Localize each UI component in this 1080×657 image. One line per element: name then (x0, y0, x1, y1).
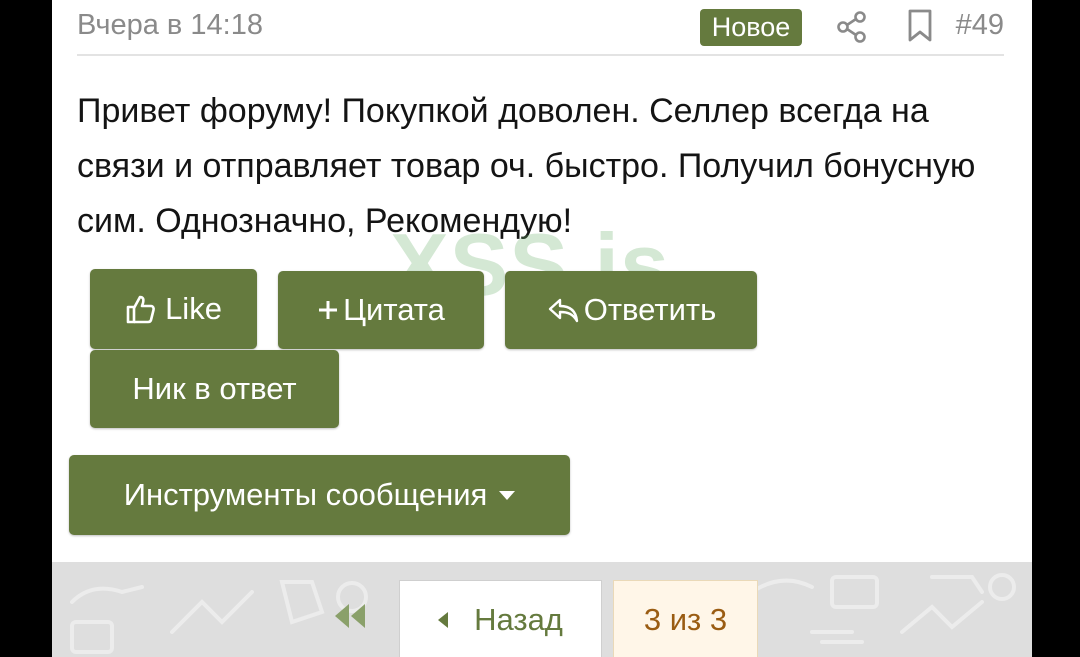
back-page-label: Назад (474, 601, 563, 637)
nick-reply-label: Ник в ответ (132, 371, 297, 406)
bookmark-icon[interactable] (907, 9, 933, 43)
like-label: Like (165, 291, 222, 326)
pagination-bar: Назад 3 из 3 (52, 562, 1032, 657)
reply-arrow-icon (548, 298, 578, 323)
post-message-text: Привет форуму! Покупкой доволен. Селлер … (77, 92, 976, 240)
nick-reply-button[interactable]: Ник в ответ (90, 350, 339, 428)
share-icon[interactable] (835, 10, 869, 44)
post-meta-bar: Вчера в 14:18 Новое #49 (77, 0, 1004, 56)
new-badge: Новое (700, 9, 802, 46)
forum-post: Вчера в 14:18 Новое #49 Привет форуму! П… (52, 0, 1032, 562)
triangle-left-icon (438, 611, 449, 628)
caret-down-icon (499, 490, 516, 500)
current-page-label: 3 из 3 (643, 601, 728, 637)
post-date[interactable]: Вчера в 14:18 (77, 9, 263, 42)
message-tools-button[interactable]: Инструменты сообщения (69, 455, 570, 535)
double-chevron-left-icon[interactable] (333, 602, 369, 630)
back-page-button[interactable]: Назад (399, 580, 602, 657)
post-number-link[interactable]: #49 (956, 9, 1004, 42)
reply-button[interactable]: Ответить (505, 271, 757, 349)
quote-button[interactable]: Цитата (278, 271, 484, 349)
thumbs-up-icon (126, 295, 155, 324)
quote-label: Цитата (343, 292, 445, 327)
message-tools-label: Инструменты сообщения (123, 477, 488, 512)
current-page-indicator[interactable]: 3 из 3 (613, 580, 758, 657)
reply-label: Ответить (583, 292, 717, 327)
like-button[interactable]: Like (90, 269, 257, 349)
plus-icon (319, 301, 338, 319)
